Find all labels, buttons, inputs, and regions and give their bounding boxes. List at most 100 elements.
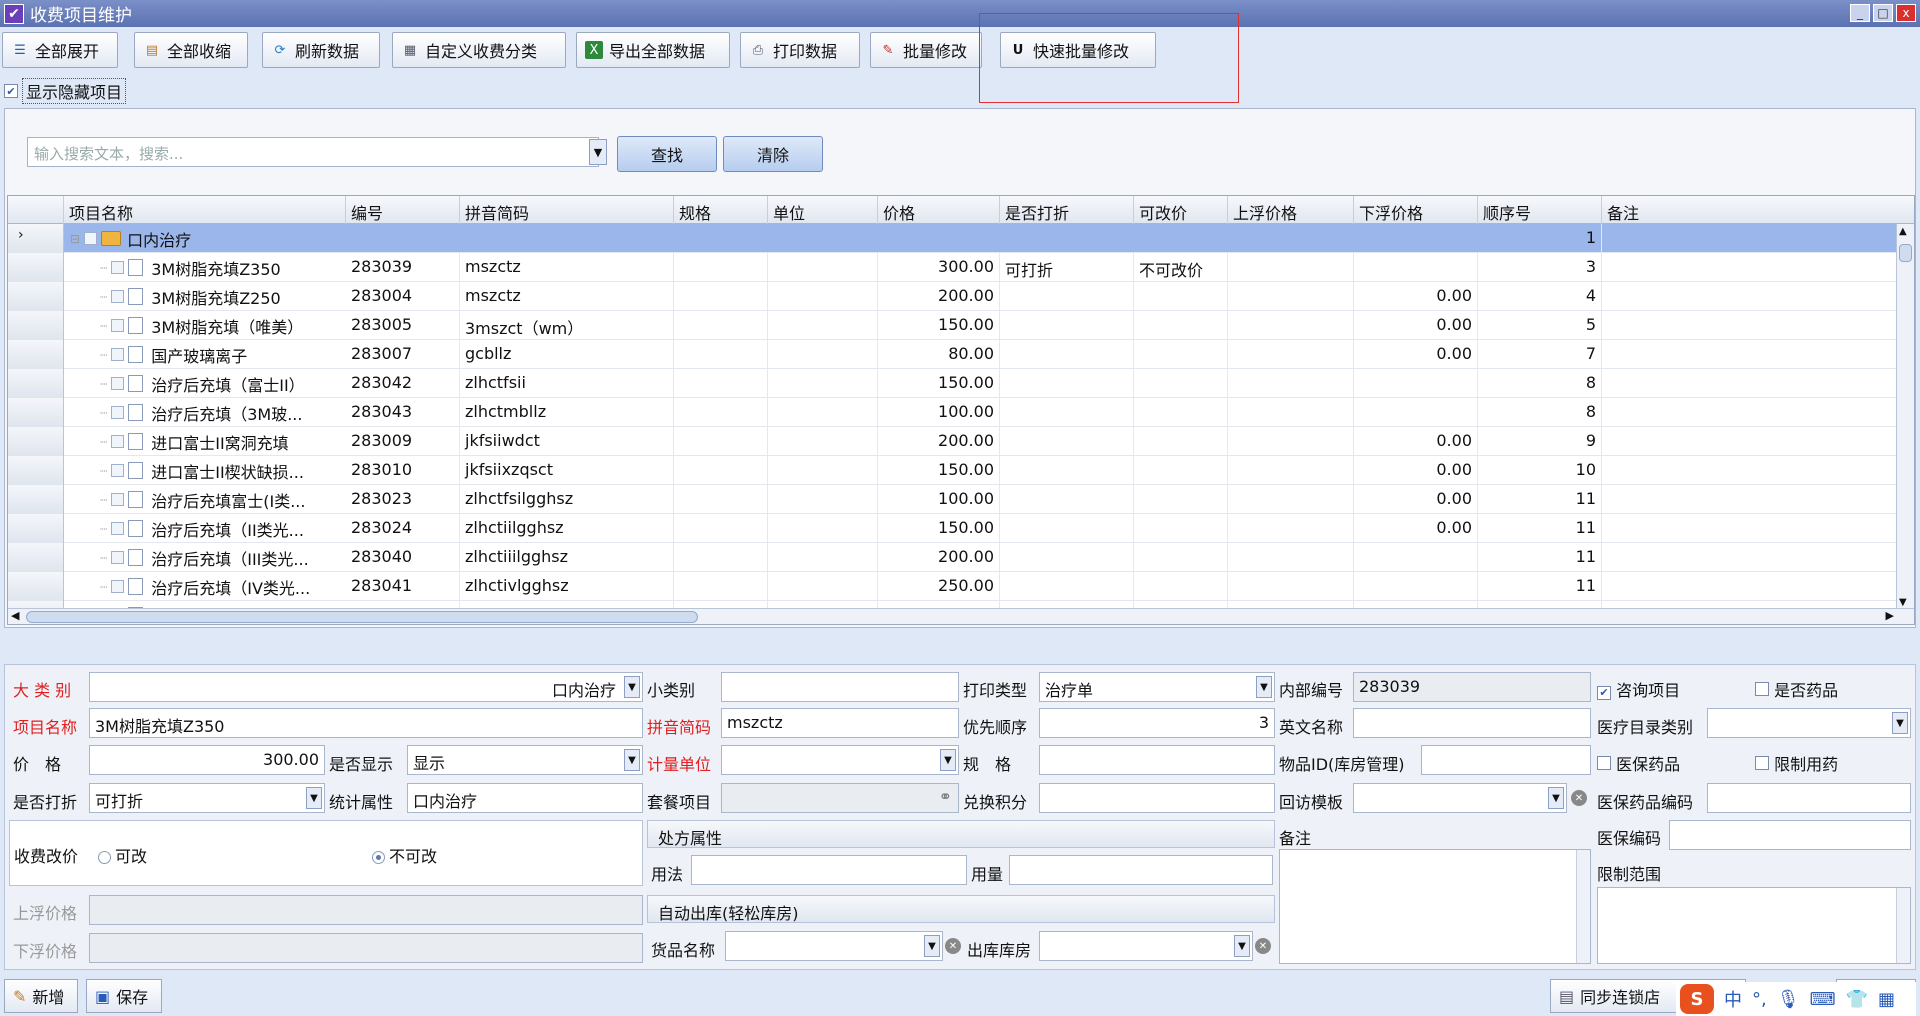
display-select[interactable]: 显示 ▼ — [407, 745, 643, 775]
table-row[interactable]: ┈ 治疗后充填（IV类光... 283041 zlhctivlgghsz 250.00 1… — [8, 572, 1898, 601]
clear-icon[interactable]: ✕ — [945, 938, 961, 954]
row-indicator[interactable] — [8, 253, 64, 282]
find-button[interactable]: 查找 — [617, 136, 717, 172]
row-indicator[interactable] — [8, 340, 64, 369]
chevron-down-icon[interactable]: ▼ — [1892, 712, 1908, 734]
chevron-down-icon[interactable]: ▼ — [1234, 935, 1250, 957]
new-button[interactable]: ✎ 新增 — [4, 979, 78, 1013]
node-checkbox[interactable] — [111, 290, 125, 303]
node-checkbox[interactable] — [111, 406, 125, 419]
warehouse-select[interactable]: ▼ — [1039, 931, 1253, 961]
skin-icon[interactable]: 👕 — [1846, 989, 1868, 1010]
row-indicator[interactable] — [8, 427, 64, 456]
column-header[interactable]: 规格 — [674, 196, 768, 224]
node-checkbox[interactable] — [84, 232, 98, 245]
checkbox-icon[interactable] — [1755, 756, 1769, 770]
table-row[interactable]: ┈ 3M树脂充填（唯美） 283005 3mszct（wm） 150.00 0.00 5 — [8, 311, 1898, 340]
radio-selected-icon[interactable] — [372, 851, 385, 864]
export-all-button[interactable]: X 导出全部数据 — [576, 32, 730, 68]
search-input[interactable]: 输入搜索文本，搜索... — [27, 137, 599, 167]
vertical-scrollbar[interactable]: ▲ ▼ — [1896, 224, 1914, 610]
item-name-input[interactable]: 3M树脂充填Z350 — [89, 708, 643, 738]
vertical-scroll-thumb[interactable] — [1899, 244, 1912, 262]
node-checkbox[interactable] — [111, 551, 125, 564]
column-header[interactable]: 可改价 — [1134, 196, 1228, 224]
punctuation-icon[interactable]: °, — [1752, 989, 1767, 1010]
limit-range-scrollbar[interactable] — [1896, 888, 1910, 963]
scroll-up-icon[interactable]: ▲ — [1899, 226, 1907, 237]
print-type-select[interactable]: 治疗单 ▼ — [1039, 672, 1275, 702]
row-indicator[interactable] — [8, 456, 64, 485]
goods-name-select[interactable]: ▼ — [725, 931, 943, 961]
scroll-right-icon[interactable]: ▶ — [1886, 609, 1894, 622]
table-row[interactable]: ┈ 治疗后充填（3M玻... 283043 zlhctmbllz 100.00 8 — [8, 398, 1898, 427]
expand-all-button[interactable]: ☰ 全部展开 — [2, 32, 118, 68]
consult-item-checkbox[interactable]: ✔ 咨询项目 — [1597, 677, 1680, 701]
chevron-down-icon[interactable]: ▼ — [624, 676, 640, 698]
scroll-down-icon[interactable]: ▼ — [1899, 597, 1907, 608]
minimize-button[interactable]: _ — [1850, 4, 1870, 22]
table-row[interactable]: ┈ 治疗后充填富士(I类... 283023 zlhctfsilgghsz 100.00… — [8, 485, 1898, 514]
column-header[interactable]: 拼音简码 — [460, 196, 674, 224]
row-indicator[interactable] — [8, 311, 64, 340]
column-header[interactable]: 备注 — [1602, 196, 1914, 224]
node-checkbox[interactable] — [111, 435, 125, 448]
row-indicator[interactable] — [8, 543, 64, 572]
subcategory-input[interactable] — [721, 672, 959, 702]
row-indicator[interactable] — [8, 572, 64, 601]
priority-input[interactable]: 3 — [1039, 708, 1275, 738]
binoculars-icon[interactable]: ⚭ — [939, 787, 952, 806]
pinyin-input[interactable]: mszctz — [721, 708, 959, 738]
limit-range-textarea[interactable] — [1597, 887, 1911, 964]
row-indicator[interactable] — [8, 485, 64, 514]
ime-mode[interactable]: 中 — [1724, 986, 1742, 1012]
chevron-down-icon[interactable]: ▼ — [624, 749, 640, 771]
column-header[interactable]: 价格 — [878, 196, 1000, 224]
chevron-down-icon[interactable]: ▼ — [589, 139, 607, 165]
save-button[interactable]: ▣ 保存 — [86, 979, 162, 1013]
table-row[interactable]: ┈ 治疗后充填（III类光... 283040 zlhctiiilgghsz 200.0… — [8, 543, 1898, 572]
column-header[interactable]: 是否打折 — [1000, 196, 1134, 224]
note-textarea[interactable] — [1279, 849, 1591, 964]
is-drug-checkbox[interactable]: 是否药品 — [1755, 677, 1838, 701]
microphone-icon[interactable]: 🎙 — [1777, 989, 1800, 1010]
insured-code-input[interactable] — [1707, 783, 1911, 813]
checkbox-icon[interactable] — [1597, 756, 1611, 770]
chevron-down-icon[interactable]: ▼ — [940, 749, 956, 771]
sogou-logo-icon[interactable]: S — [1680, 984, 1714, 1014]
keyboard-icon[interactable]: ⌨ — [1810, 989, 1836, 1010]
checkbox-checked-icon[interactable]: ✔ — [1597, 685, 1611, 700]
column-header[interactable]: 上浮价格 — [1228, 196, 1354, 224]
insured-drug-checkbox[interactable]: 医保药品 — [1597, 751, 1680, 775]
maximize-button[interactable]: □ — [1873, 4, 1893, 22]
table-row[interactable]: ┈ 治疗后充填（富士II） 283042 zlhctfsii 150.00 8 — [8, 369, 1898, 398]
node-checkbox[interactable] — [111, 493, 125, 506]
column-header[interactable]: 下浮价格 — [1354, 196, 1478, 224]
collapse-node-icon[interactable]: ⊟ — [70, 232, 80, 246]
group-row[interactable]: › ⊟ 口内治疗 1 — [8, 224, 1898, 253]
clear-icon[interactable]: ✕ — [1571, 790, 1587, 806]
points-input[interactable] — [1039, 783, 1275, 813]
column-header[interactable]: 项目名称 — [64, 196, 346, 224]
horizontal-scrollbar[interactable]: ◀ ▶ — [8, 608, 1914, 624]
node-checkbox[interactable] — [111, 319, 125, 332]
discount-select[interactable]: 可打折 ▼ — [89, 783, 325, 813]
radio-cannot-change[interactable]: 不可改 — [372, 843, 437, 867]
toolbox-icon[interactable]: ▦ — [1878, 989, 1895, 1010]
table-row[interactable]: ┈ 3M树脂充填Z350 283039 mszctz 300.00 可打折 不可改价 3 — [8, 253, 1898, 282]
stat-attr-input[interactable]: 口内治疗 — [407, 783, 643, 813]
price-input[interactable]: 300.00 — [89, 745, 325, 775]
english-name-input[interactable] — [1353, 708, 1591, 738]
table-row[interactable]: ┈ 3M树脂充填Z250 283004 mszctz 200.00 0.00 4 — [8, 282, 1898, 311]
chevron-down-icon[interactable]: ▼ — [924, 935, 940, 957]
usage-input[interactable] — [691, 855, 967, 885]
checkbox-checked-icon[interactable]: ✔ — [4, 84, 18, 98]
node-checkbox[interactable] — [111, 348, 125, 361]
column-header[interactable]: 顺序号 — [1478, 196, 1602, 224]
note-scrollbar[interactable] — [1576, 850, 1590, 963]
print-data-button[interactable]: ⎙ 打印数据 — [740, 32, 860, 68]
radio-icon[interactable] — [98, 851, 111, 864]
clear-icon[interactable]: ✕ — [1255, 938, 1271, 954]
unit-select[interactable]: ▼ — [721, 745, 959, 775]
package-field[interactable]: ⚭ — [721, 783, 959, 813]
